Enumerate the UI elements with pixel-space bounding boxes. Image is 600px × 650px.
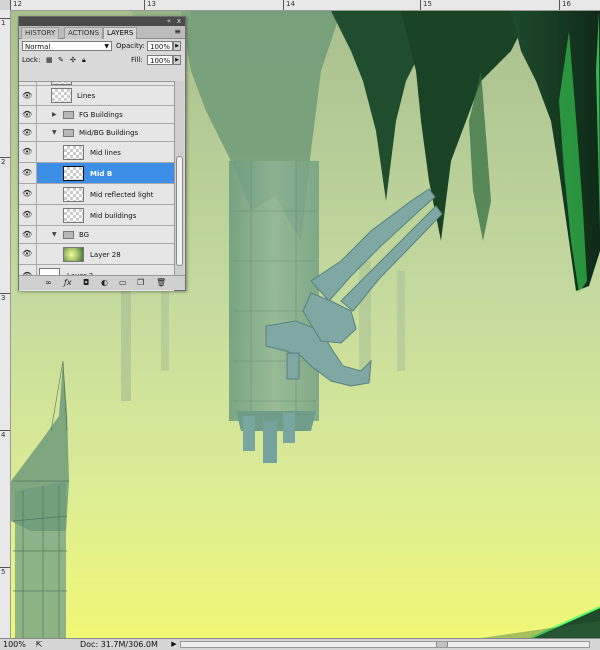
link-icon[interactable]: ∞	[45, 278, 52, 288]
layers-list[interactable]: 👁︎ Lines 👁︎ ▶ FG Buildings 👁︎ ▼ Mid/BG B…	[19, 81, 174, 291]
chevron-right-icon[interactable]: ▶	[52, 111, 57, 119]
lock-fill-row: Lock: ▦ ✎ ✣ 🔒︎ Fill: 100% ▶	[19, 53, 185, 67]
eye-icon[interactable]: 👁︎	[22, 190, 32, 198]
layer-row-mid-lines[interactable]: 👁︎ Mid lines	[19, 142, 174, 163]
layers-panel[interactable]: « x HISTORY ACTIONS LAYERS ≡ Normal ▼ Op…	[18, 16, 186, 291]
eye-icon[interactable]: 👁︎	[22, 128, 32, 136]
ruler-mark-13: 13	[144, 0, 156, 10]
layer-row-mid-reflected-light[interactable]: 👁︎ Mid reflected light	[19, 184, 174, 205]
fx-icon[interactable]: ƒx	[64, 278, 72, 288]
layer-thumbnail	[51, 82, 72, 85]
panel-tabs: HISTORY ACTIONS LAYERS ≡	[19, 26, 185, 39]
blend-opacity-row: Normal ▼ Opacity: 100% ▶	[19, 39, 185, 53]
visibility-cell	[19, 82, 37, 85]
tab-layers[interactable]: LAYERS	[103, 27, 138, 39]
eye-icon[interactable]: 👁︎	[22, 169, 32, 177]
layers-panel-footer: ∞ ƒx ◘ ◐ ▭ ❐ 🗑︎	[19, 275, 185, 290]
folder-icon	[63, 129, 74, 137]
ruler-mark-4: 4	[0, 430, 10, 440]
layer-thumbnail	[63, 247, 84, 262]
tab-history[interactable]: HISTORY	[21, 27, 60, 39]
horizontal-scrollbar-thumb[interactable]	[436, 642, 448, 647]
ruler-mark-15: 15	[420, 0, 432, 10]
eye-icon[interactable]: 👁︎	[22, 110, 32, 118]
opacity-label: Opacity:	[116, 42, 145, 50]
layer-row-mid-b-selected[interactable]: 👁︎ Mid B	[19, 163, 174, 184]
layer-name: Mid reflected light	[90, 191, 154, 199]
layer-thumbnail	[63, 208, 84, 223]
layer-row-lines[interactable]: 👁︎ Lines	[19, 86, 174, 106]
export-icon[interactable]: ⇱	[34, 639, 44, 650]
lock-label: Lock:	[22, 56, 41, 64]
ruler-mark-12: 12	[10, 0, 22, 10]
eye-icon[interactable]: 👁︎	[22, 211, 32, 219]
eye-icon[interactable]: 👁︎	[22, 91, 32, 99]
blend-mode-select[interactable]: Normal ▼	[22, 41, 112, 51]
status-bar: 100% ⇱ Doc: 31.7M/306.0M ▶	[0, 638, 600, 650]
layer-row-mid-buildings[interactable]: 👁︎ Mid buildings	[19, 205, 174, 226]
layer-thumbnail	[51, 88, 72, 103]
layer-row-mid-bg-buildings[interactable]: 👁︎ ▼ Mid/BG Buildings	[19, 124, 174, 142]
layer-name: Mid B	[90, 170, 113, 178]
eye-icon[interactable]: 👁︎	[22, 148, 32, 156]
lock-image-pixels-icon[interactable]: ✎	[58, 56, 64, 64]
ruler-mark-14: 14	[283, 0, 295, 10]
ruler-mark-16: 16	[559, 0, 571, 10]
panel-title-bar[interactable]: « x	[19, 17, 185, 26]
horizontal-ruler[interactable]: 12 13 14 15 16	[10, 0, 600, 11]
ruler-mark-5: 5	[0, 567, 10, 577]
chevron-down-icon[interactable]: ▼	[52, 231, 57, 239]
group-name: Mid/BG Buildings	[79, 129, 139, 137]
layer-name: Lines	[77, 92, 96, 100]
lock-position-icon[interactable]: ✣	[70, 56, 76, 64]
blend-mode-value: Normal	[25, 43, 51, 51]
opacity-field[interactable]: 100%	[147, 41, 173, 51]
collapse-panel-icon[interactable]: «	[167, 17, 171, 26]
chevron-down-icon: ▼	[104, 43, 109, 50]
close-panel-icon[interactable]: x	[177, 17, 181, 26]
layer-thumbnail	[63, 166, 84, 181]
layers-scrollbar[interactable]	[174, 81, 184, 290]
layer-row-fg-buildings[interactable]: 👁︎ ▶ FG Buildings	[19, 106, 174, 124]
folder-icon	[63, 231, 74, 239]
ruler-mark-2: 2	[0, 157, 10, 167]
fill-field[interactable]: 100%	[147, 55, 173, 65]
mask-icon[interactable]: ◘	[83, 278, 89, 288]
new-layer-icon[interactable]: ❐	[137, 278, 144, 288]
opacity-slider-button[interactable]: ▶	[173, 41, 181, 51]
lock-transparent-pixels-icon[interactable]: ▦	[46, 56, 53, 64]
ruler-mark-3: 3	[0, 293, 10, 303]
scrollbar-thumb[interactable]	[176, 156, 183, 266]
layer-thumbnail	[63, 145, 84, 160]
eye-icon[interactable]: 👁︎	[22, 250, 32, 258]
fill-label: Fill:	[131, 56, 143, 64]
status-menu-arrow-icon[interactable]: ▶	[170, 639, 178, 650]
eye-icon[interactable]: 👁︎	[22, 230, 32, 238]
group-name: FG Buildings	[79, 111, 123, 119]
layer-name: Mid buildings	[90, 212, 137, 220]
horizontal-scrollbar[interactable]	[180, 641, 590, 648]
layer-thumbnail	[63, 187, 84, 202]
layer-name: Layer 28	[90, 251, 121, 259]
folder-icon	[63, 111, 74, 119]
lock-all-icon[interactable]: 🔒︎	[82, 56, 86, 64]
layer-name: Mid lines	[90, 149, 121, 157]
document-size-info[interactable]: Doc: 31.7M/306.0M	[80, 639, 170, 650]
layer-row-bg[interactable]: 👁︎ ▼ BG	[19, 226, 174, 244]
tab-actions[interactable]: ACTIONS	[64, 27, 104, 39]
group-name: BG	[79, 231, 90, 239]
fill-slider-button[interactable]: ▶	[173, 55, 181, 65]
chevron-down-icon[interactable]: ▼	[52, 129, 57, 137]
folder-icon[interactable]: ▭	[119, 278, 127, 288]
ruler-mark-1: 1	[0, 18, 10, 28]
zoom-level[interactable]: 100%	[3, 639, 33, 650]
vertical-ruler[interactable]: 1 2 3 4 5	[0, 10, 11, 638]
adjustment-icon[interactable]: ◐	[101, 278, 108, 288]
trash-icon[interactable]: 🗑︎	[156, 278, 166, 288]
layer-row-layer-28[interactable]: 👁︎ Layer 28	[19, 244, 174, 265]
panel-menu-icon[interactable]: ≡	[174, 27, 181, 37]
